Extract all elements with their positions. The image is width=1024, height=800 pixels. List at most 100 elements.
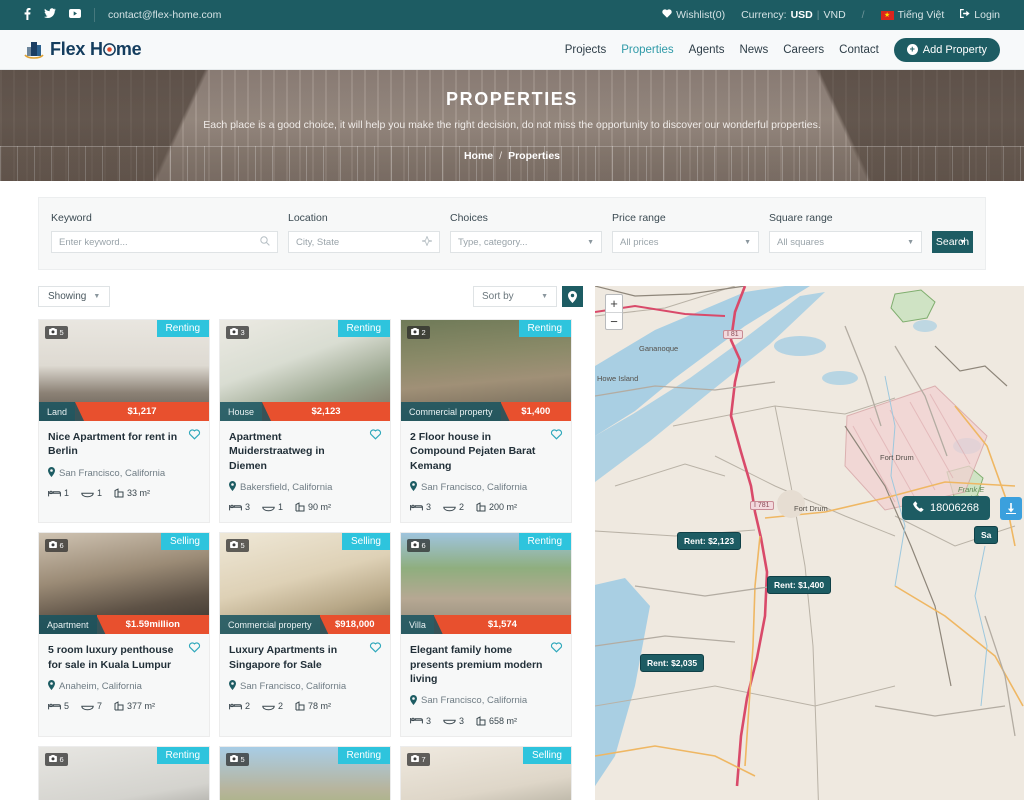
nav-item-agents[interactable]: Agents	[689, 44, 725, 56]
contact-email[interactable]: contact@flex-home.com	[108, 9, 221, 21]
property-image[interactable]: 6 Selling Apartment $1.59million	[39, 533, 209, 634]
facebook-icon[interactable]	[24, 8, 31, 23]
search-button[interactable]: Search ▼	[932, 231, 973, 253]
favorite-heart-icon[interactable]	[550, 641, 563, 655]
download-button[interactable]	[1000, 497, 1022, 520]
favorite-heart-icon[interactable]	[188, 428, 201, 442]
price-range-select[interactable]: All prices ▼	[612, 231, 759, 253]
zoom-out-button[interactable]: −	[606, 312, 622, 329]
favorite-heart-icon[interactable]	[188, 641, 201, 655]
chevron-down-icon: ▼	[587, 239, 594, 246]
phone-number: 18006268	[930, 502, 979, 514]
area-value: 200 m²	[489, 502, 517, 512]
bathrooms-spec: 2	[262, 701, 283, 711]
property-image[interactable]: 7 Selling	[401, 747, 571, 800]
favorite-heart-icon[interactable]	[369, 428, 382, 442]
wishlist-link[interactable]: Wishlist(0)	[662, 9, 725, 21]
login-link[interactable]: Login	[960, 9, 1000, 21]
status-badge: Selling	[342, 533, 390, 550]
property-card[interactable]: 2 Renting Commercial property $1,400 2 F…	[400, 319, 572, 523]
language-switcher[interactable]: ★ Tiếng Việt	[881, 9, 945, 21]
map-price-marker[interactable]: Rent: $1,400	[767, 576, 831, 594]
property-image[interactable]: 5 Renting	[220, 747, 390, 800]
property-image[interactable]: 6 Renting Villa $1,574	[401, 533, 571, 634]
property-card[interactable]: 5 Selling Commercial property $918,000 L…	[219, 532, 391, 736]
property-card[interactable]: 7 Selling	[400, 746, 572, 800]
showing-dropdown[interactable]: Showing ▼	[38, 286, 110, 307]
logo-home-target-icon	[103, 40, 116, 61]
keyword-input[interactable]: Enter keyword...	[51, 231, 278, 253]
property-type-label: Villa	[401, 615, 434, 634]
nav-item-contact[interactable]: Contact	[839, 44, 879, 56]
currency-vnd[interactable]: VND	[824, 9, 846, 21]
nav-item-projects[interactable]: Projects	[565, 44, 607, 56]
favorite-heart-icon[interactable]	[550, 428, 563, 442]
bed-icon	[48, 489, 61, 498]
zoom-in-button[interactable]: +	[606, 295, 622, 312]
breadcrumb: Home / Properties	[464, 150, 560, 162]
photo-count-badge: 6	[45, 539, 68, 552]
map-price-marker[interactable]: Sa	[974, 526, 998, 544]
currency-usd[interactable]: USD	[791, 9, 813, 21]
map-toggle-button[interactable]	[562, 286, 583, 307]
currency-switcher[interactable]: Currency: USD | VND	[741, 9, 846, 21]
phone-contact-button[interactable]: 18006268	[902, 496, 990, 520]
logo-word-home-b: me	[116, 39, 142, 59]
property-card[interactable]: 5 Renting	[219, 746, 391, 800]
search-field-price: Price range All prices ▼	[612, 212, 759, 253]
map-panel[interactable]: + − GananoqueHowe IslandFort DrumFort Dr…	[595, 286, 1024, 800]
map-pin-icon	[48, 680, 55, 692]
property-card[interactable]: 6 Selling Apartment $1.59million 5 room …	[38, 532, 210, 736]
price-strip: Commercial property $918,000	[220, 615, 390, 634]
logo[interactable]: Flex H me	[24, 39, 141, 61]
nav-item-properties[interactable]: Properties	[621, 44, 673, 56]
property-image[interactable]: 6 Renting	[39, 747, 209, 800]
nav-item-news[interactable]: News	[739, 44, 768, 56]
property-title[interactable]: Elegant family home presents premium mod…	[410, 643, 562, 686]
wishlist-label: Wishlist(0)	[676, 9, 725, 21]
sort-by-dropdown[interactable]: Sort by ▼	[473, 286, 557, 307]
property-card[interactable]: 6 Renting	[38, 746, 210, 800]
property-image[interactable]: 3 Renting House $2,123	[220, 320, 390, 421]
property-title[interactable]: 2 Floor house in Compound Pejaten Barat …	[410, 430, 562, 473]
photo-count-value: 6	[60, 755, 64, 764]
property-location: San Francisco, California	[48, 467, 200, 479]
property-image[interactable]: 5 Selling Commercial property $918,000	[220, 533, 390, 634]
choices-select[interactable]: Type, category... ▼	[450, 231, 602, 253]
logo-text: Flex H me	[50, 39, 141, 61]
square-range-select[interactable]: All squares ▼	[769, 231, 922, 253]
camera-icon	[411, 541, 419, 550]
camera-icon	[230, 328, 238, 337]
property-card[interactable]: 6 Renting Villa $1,574 Elegant family ho…	[400, 532, 572, 736]
property-title[interactable]: Apartment Muiderstraatweg in Diemen	[229, 430, 381, 473]
location-input[interactable]: City, State	[288, 231, 440, 253]
map-pin-icon	[229, 481, 236, 493]
youtube-icon[interactable]	[69, 9, 81, 21]
locate-icon[interactable]	[422, 236, 432, 248]
area-value: 33 m²	[127, 488, 150, 498]
bathrooms-value: 2	[278, 701, 283, 711]
property-card-body: Luxury Apartments in Singapore for Sale …	[220, 634, 390, 721]
map-price-marker[interactable]: Rent: $2,123	[677, 532, 741, 550]
property-title[interactable]: Nice Apartment for rent in Berlin	[48, 430, 200, 459]
map-canvas[interactable]	[595, 286, 1024, 800]
nav-item-careers[interactable]: Careers	[783, 44, 824, 56]
breadcrumb-home[interactable]: Home	[464, 150, 493, 162]
property-image[interactable]: 5 Renting Land $1,217	[39, 320, 209, 421]
property-price: $2,123	[262, 402, 390, 421]
property-image[interactable]: 2 Renting Commercial property $1,400	[401, 320, 571, 421]
map-zoom-controls[interactable]: + −	[605, 294, 623, 330]
map-price-marker[interactable]: Rent: $2,035	[640, 654, 704, 672]
twitter-icon[interactable]	[44, 8, 56, 22]
property-title[interactable]: Luxury Apartments in Singapore for Sale	[229, 643, 381, 672]
chevron-down-icon: ▼	[744, 239, 751, 246]
property-card[interactable]: 5 Renting Land $1,217 Nice Apartment for…	[38, 319, 210, 523]
status-badge: Renting	[157, 747, 209, 764]
property-card[interactable]: 3 Renting House $2,123 Apartment Muiders…	[219, 319, 391, 523]
favorite-heart-icon[interactable]	[369, 641, 382, 655]
property-specs: 2 2 78 m²	[229, 701, 381, 711]
bathrooms-spec: 2	[443, 502, 464, 512]
property-location-text: San Francisco, California	[421, 695, 527, 706]
add-property-button[interactable]: + Add Property	[894, 38, 1000, 62]
property-title[interactable]: 5 room luxury penthouse for sale in Kual…	[48, 643, 200, 672]
